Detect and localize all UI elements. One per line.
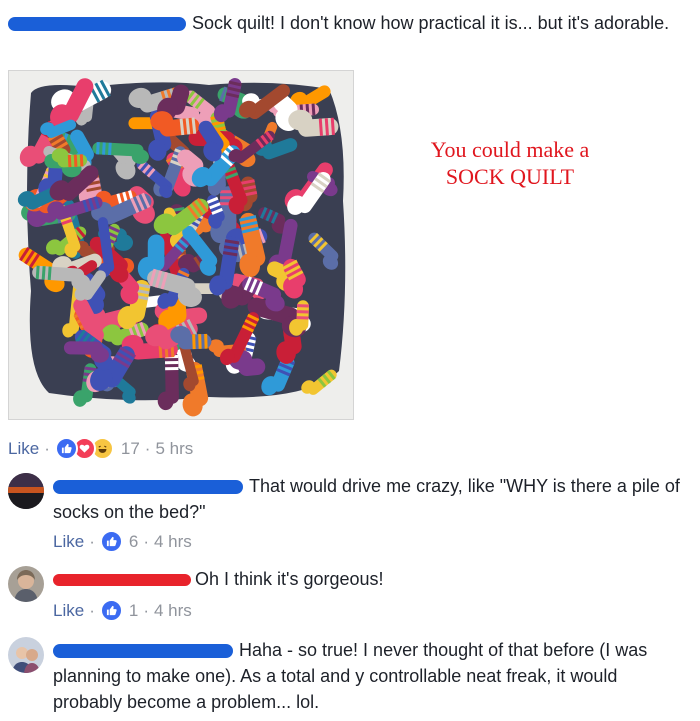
photo-caption-line1: You could make a — [430, 137, 590, 162]
comment-text-block: That would drive me crazy, like "WHY is … — [53, 473, 683, 525]
post-photo[interactable] — [8, 70, 354, 420]
post-text-block: Sock quilt! I don't know how practical i… — [8, 10, 688, 36]
redacted-commenter-name[interactable] — [53, 574, 191, 587]
comment-reaction-count[interactable]: 6 — [129, 532, 138, 552]
redacted-author-name[interactable] — [8, 17, 186, 32]
separator-dot: · — [143, 600, 149, 620]
avatar[interactable] — [8, 637, 44, 673]
post-text: Sock quilt! I don't know how practical i… — [192, 13, 670, 33]
comment-like-link[interactable]: Like — [53, 601, 84, 621]
redacted-commenter-name[interactable] — [53, 480, 243, 495]
separator-dot: · — [44, 438, 50, 458]
avatar[interactable] — [8, 473, 44, 509]
post-time[interactable]: 5 hrs — [155, 439, 193, 459]
comment-text: Oh I think it's gorgeous! — [195, 569, 384, 589]
comment-time[interactable]: 4 hrs — [154, 532, 192, 552]
separator-dot: · — [143, 531, 149, 551]
comment-meta-row: Like · 1 · 4 hrs — [53, 599, 192, 622]
separator-dot: · — [89, 531, 95, 551]
separator-dot: · — [89, 600, 95, 620]
post-like-link[interactable]: Like — [8, 439, 39, 459]
reaction-icons[interactable] — [54, 437, 114, 460]
comment-reaction-count[interactable]: 1 — [129, 601, 138, 621]
sock-quilt-image — [9, 71, 353, 419]
comment-time[interactable]: 4 hrs — [154, 601, 192, 621]
photo-caption-line2: SOCK QUILT — [445, 164, 575, 189]
post-reaction-count[interactable]: 17 — [121, 439, 140, 459]
redacted-commenter-name[interactable] — [53, 644, 233, 659]
avatar[interactable] — [8, 566, 44, 602]
like-icon[interactable] — [99, 599, 123, 622]
comment-text-block: Haha - so true! I never thought of that … — [53, 637, 683, 715]
photo-caption: You could make a SOCK QUILT — [390, 136, 630, 190]
post-meta-row: Like · 17 · 5 hrs — [8, 437, 193, 460]
like-icon[interactable] — [99, 530, 123, 553]
comment-meta-row: Like · 6 · 4 hrs — [53, 530, 192, 553]
comment-like-link[interactable]: Like — [53, 532, 84, 552]
separator-dot: · — [144, 438, 151, 458]
like-icon — [54, 437, 78, 460]
comment-text-block: Oh I think it's gorgeous! — [53, 566, 683, 592]
